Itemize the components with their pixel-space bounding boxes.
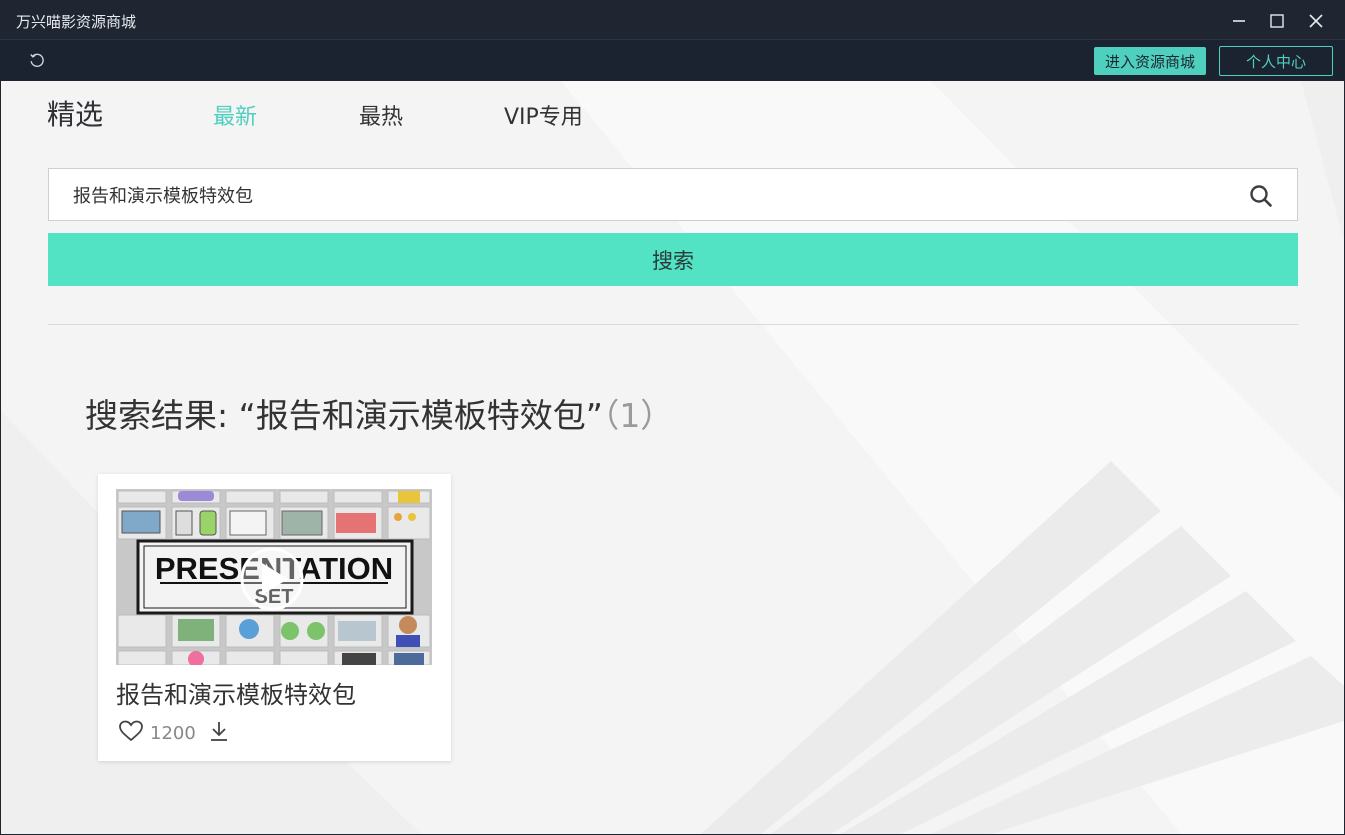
results-query: “报告和演示模板特效包” — [238, 396, 603, 435]
results-prefix: 搜索结果: — [85, 396, 239, 435]
thumbnail-image: PRESENTATION SET — [116, 489, 432, 665]
download-icon[interactable] — [208, 719, 230, 743]
toolbar: 进入资源商城 个人中心 — [0, 40, 1345, 80]
search-icon[interactable] — [1249, 184, 1273, 208]
tab-vip[interactable]: VIP专用 — [504, 99, 583, 131]
enter-store-button[interactable]: 进入资源商城 — [1094, 47, 1206, 75]
results-count: （1） — [602, 396, 674, 435]
search-box — [48, 168, 1298, 221]
card-thumbnail[interactable]: PRESENTATION SET — [116, 489, 432, 665]
tab-featured[interactable]: 精选 — [47, 93, 103, 133]
results-heading: 搜索结果: “报告和演示模板特效包”（1） — [85, 389, 673, 437]
refresh-icon[interactable] — [27, 50, 47, 70]
maximize-icon[interactable] — [1264, 8, 1290, 34]
main-content: 精选 最新 最热 VIP专用 搜索 搜索结果: “报告和演示模板特效包”（1） — [1, 81, 1344, 834]
heart-icon[interactable] — [118, 719, 144, 743]
result-card[interactable]: PRESENTATION SET 报告和演示模板特效包 1200 — [98, 474, 451, 761]
like-count: 1200 — [150, 723, 196, 744]
personal-center-button[interactable]: 个人中心 — [1219, 46, 1333, 76]
minimize-icon[interactable] — [1226, 8, 1252, 34]
title-bar: 万兴喵影资源商城 — [0, 0, 1345, 40]
search-button[interactable]: 搜索 — [48, 233, 1298, 286]
tab-hot[interactable]: 最热 — [359, 99, 403, 131]
close-icon[interactable] — [1303, 8, 1329, 34]
tab-latest[interactable]: 最新 — [213, 99, 257, 131]
divider — [48, 324, 1298, 325]
search-input[interactable] — [73, 182, 1213, 208]
play-icon[interactable] — [240, 547, 304, 611]
card-title[interactable]: 报告和演示模板特效包 — [116, 675, 356, 710]
window-title: 万兴喵影资源商城 — [16, 13, 137, 31]
